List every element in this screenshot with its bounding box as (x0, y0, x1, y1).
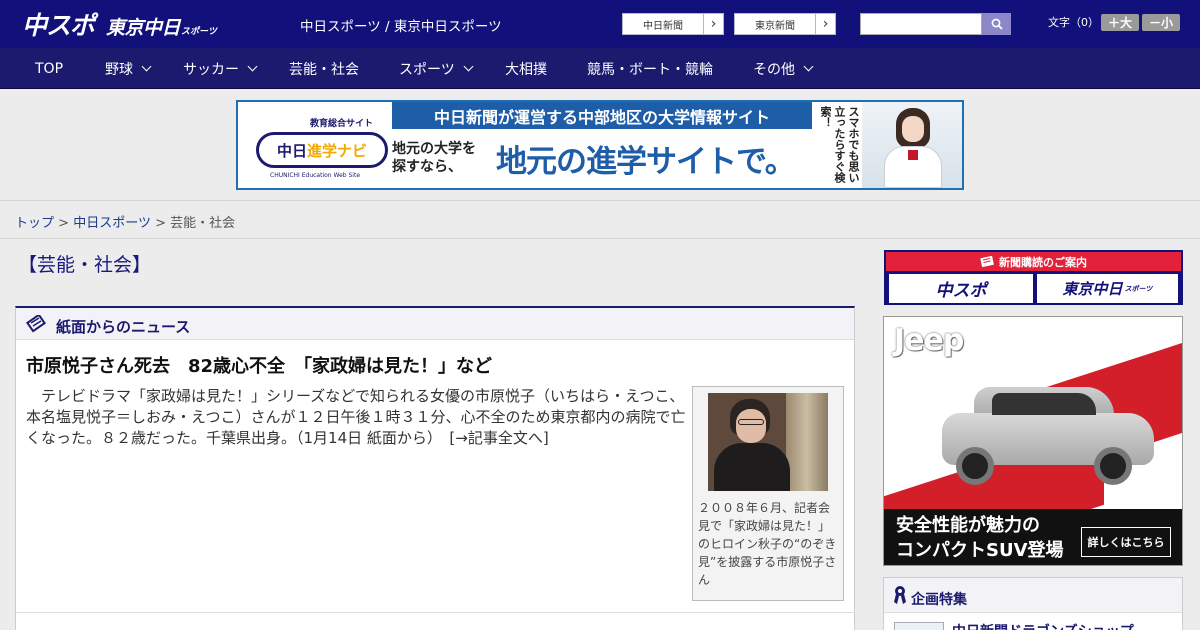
nav-label: その他 (753, 61, 795, 78)
chevron-down-icon (141, 61, 152, 72)
ad-more-button[interactable]: 詳しくはこちら (1081, 527, 1171, 557)
breadcrumb-current: 芸能・社会 (170, 216, 236, 231)
main-nav: TOP 野球 サッカー 芸能・社会 スポーツ 大相撲 競馬・ボート・競輪 その他 (0, 48, 1200, 89)
banner-vertical-text: スマホでも思い立ったらすぐ検索！ (819, 106, 860, 183)
logo-chuspo: 中スポ (22, 11, 95, 40)
news-panel: 紙面からのニュース 市原悦子さん死去 82歳心不全 「家政婦は見た！」など テレ… (15, 306, 855, 630)
search-icon (991, 18, 1003, 30)
banner-small-line: 探すなら、 (392, 159, 462, 175)
nav-item-sports[interactable]: スポーツ (399, 48, 474, 89)
feature-header: 企画特集 (884, 578, 1182, 613)
font-size-label: 文字（0） (1048, 16, 1099, 29)
breadcrumb-bar: トップ > 中日スポーツ > 芸能・社会 (0, 200, 1200, 239)
nav-label: 大相撲 (505, 61, 547, 78)
chevron-down-icon (463, 61, 474, 72)
breadcrumb-separator: > (58, 216, 70, 231)
logo-tokyo-chunichi: 東京中日 (106, 17, 181, 39)
banner-badge: 教育総合サイト (310, 119, 374, 129)
ad-caption: 安全性能が魅力の コンパクトSUV登場 詳しくはこちら (884, 509, 1182, 565)
nav-item-soccer[interactable]: サッカー (183, 48, 258, 89)
article-photo[interactable]: ２００８年６月、記者会見で「家政婦は見た！」のヒロイン秋子の“のぞき見”を披露す… (692, 386, 844, 601)
nav-item-entertainment[interactable]: 芸能・社会 (289, 48, 359, 89)
banner-strip: 中日新聞が運営する中部地区の大学情報サイト (392, 102, 812, 129)
ad-headline: 安全性能が魅力の コンパクトSUV登場 (896, 513, 1064, 563)
feature-heading: 企画特集 (911, 592, 967, 608)
tokyo-shimbun-link[interactable]: 東京新聞 › (734, 13, 836, 35)
ad-brand-logo: Jeep (894, 323, 964, 358)
divider (16, 612, 854, 613)
subscription-title-text: 新聞購読のご案内 (999, 255, 1087, 269)
subscribe-chuspo-button[interactable]: 中スポ (889, 274, 1033, 303)
article-photo-image (708, 393, 828, 491)
nav-label: 芸能・社会 (289, 61, 359, 78)
nav-item-baseball[interactable]: 野球 (105, 48, 152, 89)
site-title: 中日スポーツ / 東京中日スポーツ (300, 19, 502, 35)
banner-logo: 教育総合サイト 中日 進学ナビ CHUNICHI Education Web S… (242, 110, 390, 182)
site-logo[interactable]: 中スポ 東京中日 スポーツ (22, 6, 217, 40)
subscription-title: 新聞購読のご案内 (886, 252, 1181, 271)
banner-logo-pill: 中日 進学ナビ (256, 132, 388, 168)
banner-logo-b: 進学ナビ (307, 141, 368, 160)
breadcrumb-home[interactable]: トップ (15, 216, 54, 231)
ad-car-image (934, 377, 1164, 487)
breadcrumb-separator: > (155, 216, 166, 231)
feature-box: 企画特集 中日新聞ドラゴンズショップ (883, 577, 1183, 630)
link-label: 中日新聞 (643, 20, 683, 32)
search-button[interactable] (982, 13, 1011, 35)
ad-line: 安全性能が魅力の (896, 515, 1040, 536)
feature-item-link[interactable]: 中日新聞ドラゴンズショップ (952, 621, 1134, 630)
nav-label: サッカー (183, 61, 239, 78)
breadcrumb-chunichi-sports[interactable]: 中日スポーツ (73, 216, 151, 231)
chevron-down-icon (247, 61, 258, 72)
nav-item-top[interactable]: TOP (35, 48, 63, 89)
font-bigger-button[interactable]: ＋大 (1101, 14, 1139, 31)
panel-heading: 紙面からのニュース (56, 318, 191, 336)
banner-student-photo (862, 102, 962, 188)
pen-icon (26, 315, 46, 333)
newspaper-icon (980, 256, 994, 267)
breadcrumb: トップ > 中日スポーツ > 芸能・社会 (15, 212, 235, 231)
banner-headline: 地元の進学サイトで。 (496, 144, 796, 180)
page-title: 【芸能・社会】 (18, 254, 152, 276)
logo-sports-suffix: スポーツ (181, 27, 217, 37)
article-headline[interactable]: 市原悦子さん死去 82歳心不全 「家政婦は見た！」など (26, 352, 492, 378)
nav-label: 野球 (105, 61, 133, 78)
banner-logo-sub: CHUNICHI Education Web Site (270, 172, 361, 179)
chevron-right-icon: › (703, 14, 723, 34)
ribbon-icon (894, 586, 906, 604)
feature-thumbnail[interactable] (894, 622, 944, 630)
panel-header: 紙面からのニュース (16, 308, 854, 340)
font-smaller-button[interactable]: －小 (1142, 14, 1180, 31)
jeep-ad[interactable]: Jeep 安全性能が魅力の コンパクトSUV登場 詳しくはこちら (883, 316, 1183, 566)
chunichi-shimbun-link[interactable]: 中日新聞 › (622, 13, 724, 35)
nav-item-sumo[interactable]: 大相撲 (505, 48, 547, 89)
nav-label: TOP (35, 60, 64, 77)
nav-item-racing[interactable]: 競馬・ボート・競輪 (587, 48, 713, 89)
nav-item-other[interactable]: その他 (753, 48, 814, 89)
banner-logo-a: 中日 (276, 141, 307, 160)
article-summary[interactable]: テレビドラマ「家政婦は見た！」シリーズなどで知られる女優の市原悦子（いちはら・え… (26, 386, 686, 449)
ad-line: コンパクトSUV登場 (896, 540, 1064, 561)
top-header: 中スポ 東京中日 スポーツ 中日スポーツ / 東京中日スポーツ 中日新聞 › 東… (0, 0, 1200, 48)
subscribe-logo-label: 中スポ (935, 281, 987, 301)
nav-label: スポーツ (399, 61, 455, 78)
nav-label: 競馬・ボート・競輪 (587, 61, 713, 78)
subscription-box[interactable]: 新聞購読のご案内 中スポ 東京中日 スポーツ (884, 250, 1183, 305)
chevron-down-icon (803, 61, 814, 72)
search-input[interactable] (860, 13, 982, 35)
subscribe-logo-suffix: スポーツ (1124, 284, 1153, 293)
shingaku-navi-banner[interactable]: 教育総合サイト 中日 進学ナビ CHUNICHI Education Web S… (236, 100, 964, 190)
banner-small-text: 地元の大学を 探すなら、 (392, 140, 476, 176)
chevron-right-icon: › (815, 14, 835, 34)
subscribe-tokyo-chunichi-button[interactable]: 東京中日 スポーツ (1037, 274, 1178, 303)
banner-small-line: 地元の大学を (392, 141, 476, 157)
subscribe-logo-label: 東京中日 (1062, 280, 1123, 298)
photo-caption: ２００８年６月、記者会見で「家政婦は見た！」のヒロイン秋子の“のぞき見”を披露す… (698, 501, 837, 587)
link-label: 東京新聞 (755, 20, 795, 32)
